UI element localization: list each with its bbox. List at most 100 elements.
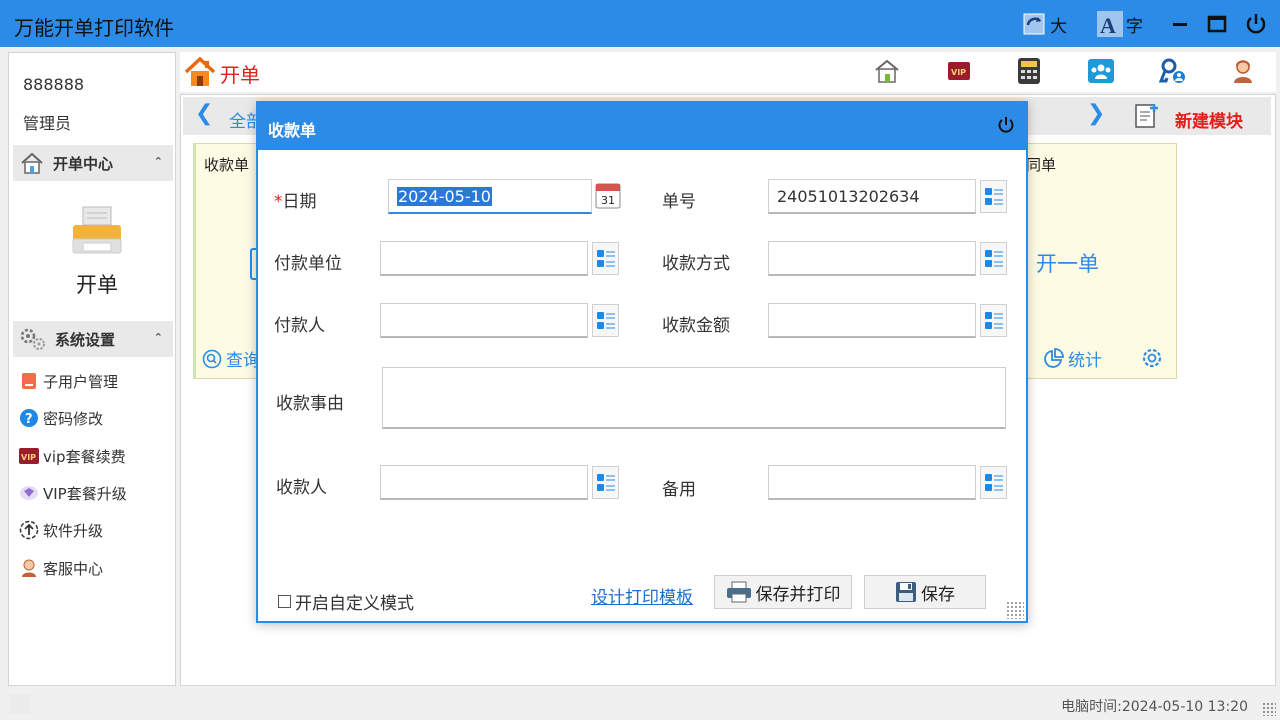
maximize-button[interactable] <box>1206 8 1228 40</box>
question-icon: ? <box>19 408 39 428</box>
title-bar: 万能开单打印软件 大 A 字 <box>0 0 1280 47</box>
search-icon <box>202 349 222 368</box>
reason-textarea[interactable] <box>382 367 1006 429</box>
save-label: 保存 <box>921 584 955 605</box>
card-title: 收款单 <box>204 156 250 174</box>
list-icon <box>596 311 615 329</box>
section-billing-label: 开单中心 <box>53 154 114 173</box>
new-document-icon[interactable] <box>1133 102 1161 134</box>
calendar-button[interactable]: 31 <box>594 179 621 211</box>
user-manage-icon <box>19 371 39 391</box>
payer-input[interactable] <box>380 303 588 338</box>
sidebar-item-support[interactable]: 客服中心 <box>19 556 103 580</box>
svg-text:31: 31 <box>601 194 615 207</box>
stats-button[interactable]: 统计 <box>1042 346 1102 371</box>
payer-unit-input[interactable] <box>380 241 588 276</box>
vip-icon[interactable]: VIP <box>944 56 974 86</box>
user-role: 管理员 <box>23 114 72 133</box>
save-button[interactable]: 保存 <box>864 575 986 609</box>
enlarge-label: 大 <box>1050 16 1067 37</box>
calculator-icon[interactable] <box>1014 56 1044 86</box>
corner-mark <box>10 694 30 714</box>
section-billing-center[interactable]: 开单中心 ⌃ <box>13 145 173 181</box>
payer-picker-button[interactable] <box>592 304 619 337</box>
sidebar-item-label: 软件升级 <box>43 521 104 540</box>
module-card-receipt[interactable]: 收款单 查询 <box>193 143 264 379</box>
dialog-resize-grip[interactable] <box>1006 601 1024 619</box>
query-button[interactable]: 查询 <box>202 346 260 371</box>
method-picker-button[interactable] <box>980 242 1007 275</box>
custom-mode-label: 开启自定义模式 <box>295 594 414 614</box>
amount-picker-button[interactable] <box>980 304 1007 337</box>
svg-text:?: ? <box>25 412 33 427</box>
module-card-contract[interactable]: 同单 开一单 统计 <box>1026 143 1177 379</box>
home-icon[interactable] <box>872 56 902 86</box>
minimize-button[interactable] <box>1170 8 1190 40</box>
design-print-template-link[interactable]: 设计打印模板 <box>591 583 693 608</box>
number-picker-button[interactable] <box>980 180 1007 213</box>
section-system-settings[interactable]: 系统设置 ⌃ <box>13 321 173 357</box>
payer-unit-picker-button[interactable] <box>592 242 619 275</box>
calendar-icon: 31 <box>595 183 620 209</box>
number-input[interactable]: 24051013202634 <box>768 179 976 214</box>
amount-input[interactable] <box>768 303 976 338</box>
save-and-print-button[interactable]: 保存并打印 <box>714 575 852 609</box>
dialog-close-button[interactable] <box>996 115 1016 139</box>
svg-text:VIP: VIP <box>951 68 966 77</box>
receiver-input[interactable] <box>380 465 588 500</box>
method-input[interactable] <box>768 241 976 276</box>
section-settings-label: 系统设置 <box>55 330 116 349</box>
open-bill-button[interactable]: 开单 <box>65 205 129 299</box>
svg-text:A: A <box>1100 13 1116 38</box>
font-a-icon: A <box>1096 10 1124 38</box>
sidebar-item-vip-upgrade[interactable]: VIP套餐升级 <box>19 481 127 505</box>
new-module-button[interactable]: 新建模块 <box>1175 107 1243 132</box>
font-button[interactable]: A 字 <box>1096 8 1143 40</box>
method-label: 收款方式 <box>662 254 730 274</box>
floppy-disk-icon <box>895 581 917 603</box>
team-icon[interactable] <box>1086 56 1116 86</box>
spare-input[interactable] <box>768 465 976 500</box>
support-agent-icon[interactable] <box>1228 56 1258 86</box>
sidebar: 888888 管理员 开单中心 ⌃ 开单 系统设置 ⌃ 子用户管理 ? 密码修改… <box>8 52 176 686</box>
power-icon <box>998 117 1014 133</box>
card-title: 同单 <box>1026 156 1057 174</box>
list-icon <box>984 473 1003 491</box>
receiver-label: 收款人 <box>276 478 327 498</box>
settings-gear-icon[interactable] <box>1140 346 1164 374</box>
minimize-icon <box>1173 23 1187 26</box>
main-header: 开单 VIP <box>180 52 1276 92</box>
receiver-picker-button[interactable] <box>592 466 619 499</box>
user-key-icon[interactable] <box>1158 56 1188 86</box>
payer-unit-label: 付款单位 <box>274 254 342 274</box>
font-label: 字 <box>1126 16 1143 37</box>
home-outline-icon <box>19 151 45 175</box>
stats-label: 统计 <box>1068 351 1102 371</box>
printer-icon <box>726 581 752 603</box>
open-bill-label: 开单 <box>76 273 118 297</box>
vip-icon: VIP <box>19 446 39 466</box>
dialog-title-bar[interactable]: 收款单 <box>258 103 1026 150</box>
power-button[interactable] <box>1244 8 1268 40</box>
enlarge-text-button[interactable]: 大 <box>1022 8 1067 40</box>
checkbox-box[interactable] <box>278 595 291 608</box>
home-house-icon <box>184 56 216 92</box>
sidebar-item-vip-renew[interactable]: VIP vip套餐续费 <box>19 444 126 468</box>
list-icon <box>596 473 615 491</box>
spare-picker-button[interactable] <box>980 466 1007 499</box>
collapse-chevron-icon[interactable]: ⌃ <box>154 331 163 344</box>
scroll-left-button[interactable]: ❮ <box>195 101 213 126</box>
sidebar-item-sub-user[interactable]: 子用户管理 <box>19 369 118 393</box>
sidebar-item-password[interactable]: ? 密码修改 <box>19 406 103 430</box>
list-icon <box>984 311 1003 329</box>
list-icon <box>984 187 1003 205</box>
window-resize-grip[interactable] <box>1262 702 1276 716</box>
collapse-chevron-icon[interactable]: ⌃ <box>154 155 163 168</box>
open-one-button[interactable]: 开一单 <box>1036 248 1099 278</box>
custom-mode-checkbox[interactable]: 开启自定义模式 <box>278 589 414 614</box>
scroll-right-button[interactable]: ❯ <box>1087 101 1105 126</box>
sidebar-item-software-upgrade[interactable]: 软件升级 <box>19 518 103 542</box>
sidebar-item-label: 密码修改 <box>43 409 104 428</box>
date-input[interactable]: 2024-05-10 <box>388 179 592 214</box>
reason-label: 收款事由 <box>276 394 344 414</box>
